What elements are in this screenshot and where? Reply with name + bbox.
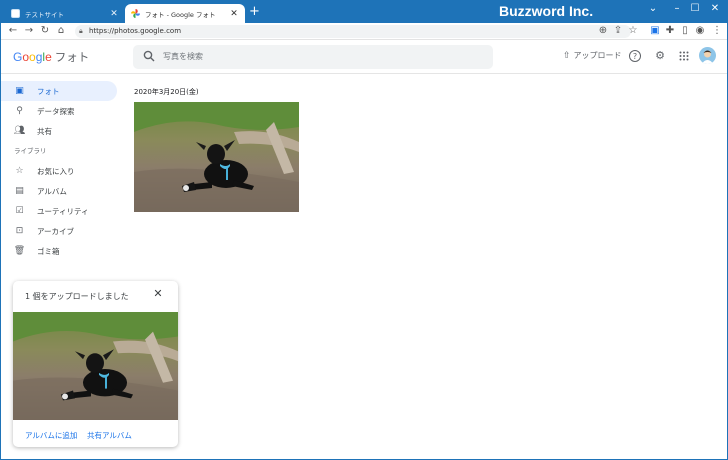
bookmark-star-icon[interactable]: ☆	[627, 25, 639, 37]
app-header: Google フォト 写真を検索 ⇧ アップロード ? ⚙	[1, 40, 727, 74]
browser-toolbar: ← → ↻ ⌂ 🔒︎ https://photos.google.com ⊕ ⇪…	[1, 23, 727, 40]
share-icon[interactable]: ⇪	[612, 25, 624, 37]
puzzle-icon[interactable]: ✚	[664, 25, 676, 37]
upload-icon: ⇧	[563, 50, 571, 61]
photo-thumbnail[interactable]	[134, 102, 299, 212]
maximize-icon[interactable]: ☐	[685, 3, 705, 14]
archive-icon: ⊡	[15, 226, 24, 236]
star-icon: ☆	[15, 166, 24, 176]
sidebar-item-photos[interactable]: ▣ フォト	[1, 81, 117, 101]
close-icon[interactable]: ✕	[151, 287, 165, 301]
reload-icon[interactable]: ↻	[39, 25, 51, 37]
sidebar-item-archive[interactable]: ⊡ アーカイブ	[1, 221, 119, 241]
library-section-heading: ライブラリ	[14, 147, 47, 155]
sidebar-nav: ▣ フォト ⚲ データ探索 👥︎ 共有 ライブラリ ☆ お気に入り ▤ アルバム…	[1, 81, 119, 261]
search-icon: ⚲	[16, 106, 23, 116]
tab-google-photos[interactable]: フォト - Google フォト ✕	[125, 4, 245, 23]
close-tab-icon[interactable]: ✕	[229, 9, 239, 19]
tab-test-site[interactable]: テストサイト ✕	[5, 4, 125, 23]
utility-icon: ☑	[15, 206, 24, 216]
sidebar-item-albums[interactable]: ▤ アルバム	[1, 181, 119, 201]
profile-icon[interactable]: ◉	[694, 25, 706, 37]
sidebar-item-label: 共有	[37, 126, 52, 136]
account-avatar[interactable]	[699, 47, 716, 64]
sidebar-item-utilities[interactable]: ☑ ユーティリティ	[1, 201, 119, 221]
upload-button[interactable]: ⇧ アップロード	[563, 50, 622, 61]
extension-icon[interactable]: ▣	[649, 25, 661, 37]
sidebar-item-label: アーカイブ	[37, 226, 75, 236]
site-favicon-icon	[11, 9, 20, 18]
sidebar-item-label: ユーティリティ	[37, 206, 89, 216]
tab-search-icon[interactable]: ⌄	[643, 3, 663, 14]
sidebar-item-label: お気に入り	[37, 166, 75, 176]
date-heading: 2020年3月20日(金)	[134, 88, 199, 96]
google-photos-favicon-icon	[131, 9, 140, 18]
back-icon[interactable]: ←	[7, 25, 19, 37]
menu-kebab-icon[interactable]: ⋮	[711, 25, 723, 37]
browser-window: テストサイト ✕ フォト - Google フォト ✕ + Buzzword I…	[0, 0, 728, 460]
close-tab-icon[interactable]: ✕	[109, 9, 119, 19]
url-text: https://photos.google.com	[89, 27, 182, 35]
apps-grid-icon[interactable]	[677, 49, 691, 63]
minimize-icon[interactable]: –	[667, 3, 687, 14]
people-icon: 👥︎	[13, 126, 26, 136]
lock-icon: 🔒︎	[79, 27, 83, 35]
tab-label: フォト - Google フォト	[145, 10, 216, 19]
sidebar-item-trash[interactable]: 🗑︎ ゴミ箱	[1, 241, 119, 261]
uploaded-photo-preview[interactable]	[13, 312, 178, 420]
shared-album-link[interactable]: 共有アルバム	[87, 430, 132, 441]
home-icon[interactable]: ⌂	[55, 25, 67, 37]
sidebar-item-label: フォト	[37, 86, 60, 96]
sidebar-item-explore[interactable]: ⚲ データ探索	[1, 101, 119, 121]
side-panel-icon[interactable]: ▯	[679, 25, 691, 37]
google-photos-logo[interactable]: Google フォト	[13, 49, 89, 65]
trash-icon: 🗑︎	[13, 246, 26, 256]
upload-label: アップロード	[573, 51, 622, 60]
search-placeholder: 写真を検索	[163, 52, 203, 61]
window-close-icon[interactable]: ✕	[705, 3, 725, 14]
help-icon[interactable]: ?	[629, 50, 641, 62]
search-input[interactable]: 写真を検索	[133, 45, 493, 69]
album-icon: ▤	[15, 186, 24, 196]
forward-icon[interactable]: →	[23, 25, 35, 37]
sidebar-item-label: データ探索	[37, 106, 75, 116]
address-bar[interactable]: 🔒︎ https://photos.google.com	[75, 25, 631, 38]
upload-complete-dialog: 1 個をアップロードしました ✕ アルバムに追加 共有アルバム	[13, 281, 178, 447]
sidebar-item-label: アルバム	[37, 186, 67, 196]
install-icon[interactable]: ⊕	[597, 25, 609, 37]
tab-label: テストサイト	[25, 10, 64, 19]
sidebar-item-favorites[interactable]: ☆ お気に入り	[1, 161, 119, 181]
sidebar-item-label: ゴミ箱	[37, 246, 60, 256]
search-icon[interactable]	[143, 50, 155, 62]
product-name: フォト	[54, 52, 90, 64]
brand-watermark: Buzzword Inc.	[499, 3, 594, 19]
tab-strip: テストサイト ✕ フォト - Google フォト ✕ + Buzzword I…	[1, 1, 727, 23]
new-tab-icon[interactable]: +	[249, 5, 260, 19]
upload-status-title: 1 個をアップロードしました	[25, 292, 129, 301]
sidebar-item-sharing[interactable]: 👥︎ 共有	[1, 121, 119, 141]
settings-gear-icon[interactable]: ⚙	[653, 49, 667, 63]
photo-icon: ▣	[15, 86, 24, 96]
add-to-album-link[interactable]: アルバムに追加	[25, 430, 77, 441]
